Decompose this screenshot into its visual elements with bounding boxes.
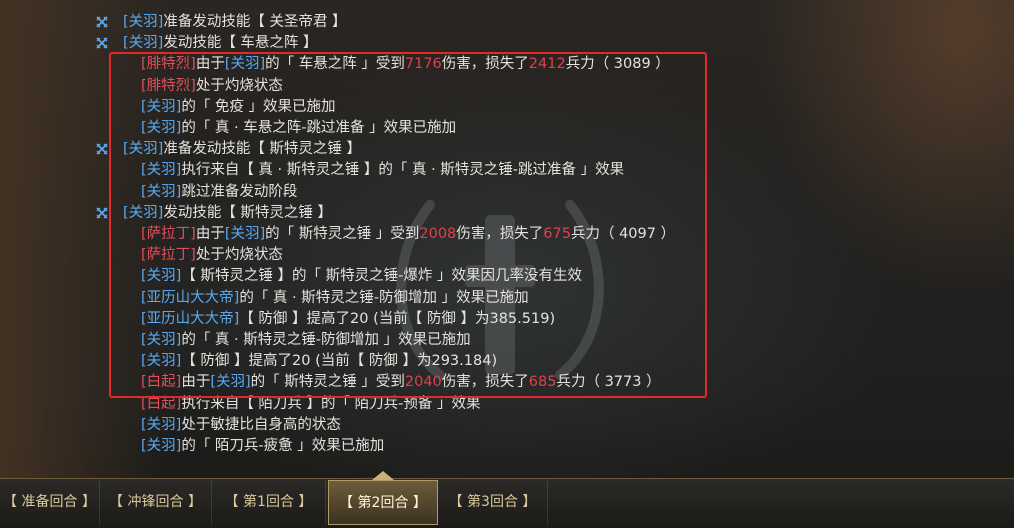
log-line: [亚历山大大帝]的「 真 · 斯特灵之锤-防御增加 」效果已施加 — [141, 288, 529, 308]
log-text: 的「 斯特灵之锤 」受到 — [265, 226, 420, 242]
log-line: [关羽]发动技能【 车悬之阵 】 — [123, 33, 318, 53]
log-text: 由于 — [181, 374, 211, 391]
log-line: [关羽]的「 真 · 车悬之阵-跳过准备 」效果已施加 — [141, 118, 456, 138]
enemy-name: [萨拉丁] — [141, 226, 196, 242]
crossed-swords-icon — [96, 37, 108, 49]
log-line: [腓特烈]处于灼烧状态 — [141, 76, 283, 96]
log-text: 【 防御 】提高了20 (当前【 防御 】为293.184) — [181, 353, 498, 370]
battle-log: [关羽]准备发动技能【 关圣帝君 】 [关羽]发动技能【 车悬之阵 】 [腓特烈]由… — [0, 0, 1014, 470]
hero-name: [关羽] — [141, 98, 182, 115]
log-text: 处于敏捷比自身高的状态 — [181, 416, 341, 433]
log-text: 的「 真 · 斯特灵之锤-防御增加 」效果已施加 — [181, 332, 471, 348]
hero-name: [关羽] — [141, 332, 182, 348]
enemy-name: [腓特烈] — [141, 56, 196, 73]
log-text: 执行来自【 真 · 斯特灵之锤 】的「 真 · 斯特灵之锤-跳过准备 」效果 — [181, 162, 625, 179]
log-text: 的「 真 · 斯特灵之锤-防御增加 」效果已施加 — [239, 289, 529, 306]
tab-round-3[interactable]: 【 第3回合 】 — [438, 480, 548, 525]
crossed-swords-icon — [96, 16, 108, 28]
troops-lost-value: 685 — [528, 374, 557, 391]
log-text: 处于灼烧状态 — [195, 247, 283, 264]
log-text: 准备发动技能【 关圣帝君 】 — [163, 14, 347, 30]
log-text: 伤害，损失了 — [441, 374, 529, 391]
log-text: 伤害，损失了 — [441, 56, 529, 73]
enemy-name: [白起] — [141, 395, 182, 412]
hero-name: [关羽] — [123, 35, 164, 52]
hero-name: [亚历山大大帝] — [141, 310, 240, 327]
log-text: 的「 免疫 」效果已施加 — [181, 98, 336, 115]
tab-charge-round[interactable]: 【 冲锋回合 】 — [100, 480, 212, 525]
log-text: 的「 陌刀兵-疲惫 」效果已施加 — [181, 438, 385, 454]
log-line: [萨拉丁]由于[关羽]的「 斯特灵之锤 」受到2008伤害，损失了675兵力（ … — [141, 224, 675, 244]
log-line: [关羽]跳过准备发动阶段 — [141, 182, 297, 202]
log-text: 处于灼烧状态 — [195, 77, 283, 94]
log-text: 由于 — [195, 226, 225, 242]
log-text: 的「 车悬之阵 」受到 — [265, 56, 405, 73]
log-text: 发动技能【 斯特灵之锤 】 — [163, 204, 333, 221]
tab-prep-round[interactable]: 【 准备回合 】 — [0, 480, 100, 525]
crossed-swords-icon — [96, 143, 108, 155]
log-text: 发动技能【 车悬之阵 】 — [163, 35, 318, 52]
crossed-swords-icon — [96, 207, 108, 219]
log-text: 的「 真 · 车悬之阵-跳过准备 」效果已施加 — [181, 120, 457, 136]
log-line: [关羽]准备发动技能【 斯特灵之锤 】 — [123, 139, 361, 159]
log-line: [关羽]发动技能【 斯特灵之锤 】 — [123, 203, 332, 223]
damage-value: 2040 — [404, 374, 442, 391]
active-tab-pointer — [372, 471, 394, 480]
hero-name: [关羽] — [141, 162, 182, 179]
log-text: 兵力（ 4097 ） — [570, 226, 676, 242]
troops-lost-value: 675 — [543, 226, 571, 242]
log-line: [关羽]处于敏捷比自身高的状态 — [141, 415, 341, 435]
log-text: 【 斯特灵之锤 】的「 斯特灵之锤-爆炸 」效果因几率没有生效 — [181, 268, 582, 285]
log-line: [萨拉丁]处于灼烧状态 — [141, 245, 283, 265]
damage-value: 2008 — [419, 226, 457, 242]
enemy-name: [腓特烈] — [141, 77, 196, 94]
log-line: [关羽]执行来自【 真 · 斯特灵之锤 】的「 真 · 斯特灵之锤-跳过准备 」… — [141, 160, 624, 180]
hero-name: [关羽] — [141, 268, 182, 285]
log-text: 【 防御 】提高了20 (当前【 防御 】为385.519) — [239, 310, 556, 327]
hero-name: [关羽] — [141, 120, 182, 136]
hero-name: [关羽] — [224, 56, 266, 73]
hero-name: [关羽] — [141, 438, 182, 454]
enemy-name: [萨拉丁] — [141, 247, 196, 264]
log-line: [关羽]【 防御 】提高了20 (当前【 防御 】为293.184) — [141, 351, 497, 371]
log-text: 兵力（ 3773 ） — [556, 374, 661, 391]
tab-round-2[interactable]: 【 第2回合 】 — [328, 480, 438, 525]
enemy-name: [白起] — [141, 374, 182, 391]
tab-round-1[interactable]: 【 第1回合 】 — [212, 480, 326, 525]
log-line: [关羽]准备发动技能【 关圣帝君 】 — [123, 12, 347, 32]
log-line: [白起]由于[关羽]的「 斯特灵之锤 」受到2040伤害，损失了685兵力（ 3… — [141, 372, 661, 392]
log-line: [关羽]的「 陌刀兵-疲惫 」效果已施加 — [141, 436, 384, 456]
hero-name: [关羽] — [123, 141, 164, 158]
log-text: 执行来自【 陌刀兵 】的「 陌刀兵-预备 」效果 — [181, 395, 481, 412]
hero-name: [关羽] — [141, 353, 182, 370]
hero-name: [关羽] — [141, 183, 182, 200]
hero-name: [关羽] — [224, 226, 266, 242]
hero-name: [关羽] — [123, 14, 164, 30]
hero-name: [关羽] — [210, 374, 251, 391]
log-line: [白起]执行来自【 陌刀兵 】的「 陌刀兵-预备 」效果 — [141, 394, 481, 414]
log-text: 跳过准备发动阶段 — [181, 183, 298, 200]
hero-name: [关羽] — [123, 204, 164, 221]
log-text: 的「 斯特灵之锤 」受到 — [250, 374, 405, 391]
log-line: [关羽]的「 真 · 斯特灵之锤-防御增加 」效果已施加 — [141, 330, 471, 350]
log-line: [关羽]【 斯特灵之锤 】的「 斯特灵之锤-爆炸 」效果因几率没有生效 — [141, 266, 582, 286]
log-text: 伤害，损失了 — [456, 226, 544, 242]
log-line: [腓特烈]由于[关羽]的「 车悬之阵 」受到7176伤害，损失了2412兵力（ … — [141, 54, 670, 74]
troops-lost-value: 2412 — [528, 56, 566, 73]
log-line: [关羽]的「 免疫 」效果已施加 — [141, 97, 336, 117]
hero-name: [关羽] — [141, 416, 182, 433]
log-line: [亚历山大大帝]【 防御 】提高了20 (当前【 防御 】为385.519) — [141, 309, 555, 329]
hero-name: [亚历山大大帝] — [141, 289, 240, 306]
log-text: 准备发动技能【 斯特灵之锤 】 — [163, 141, 362, 158]
damage-value: 7176 — [404, 56, 442, 73]
log-text: 由于 — [195, 56, 225, 73]
log-text: 兵力（ 3089 ） — [565, 56, 670, 73]
